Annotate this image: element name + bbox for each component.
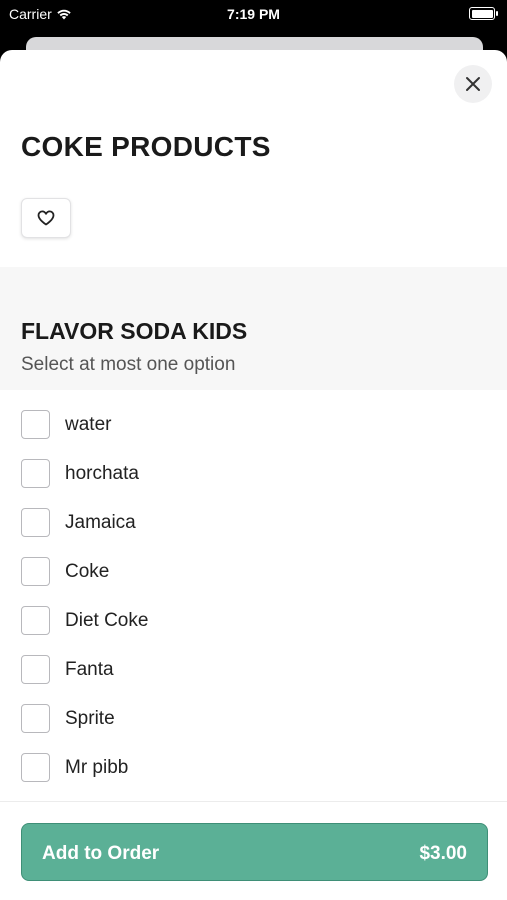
close-button[interactable] (454, 65, 492, 103)
option-label: Diet Coke (65, 609, 149, 631)
option-row-fanta[interactable]: Fanta (0, 645, 507, 694)
option-row-jamaica[interactable]: Jamaica (0, 498, 507, 547)
option-checkbox[interactable] (21, 508, 50, 537)
battery-icon (469, 7, 498, 20)
section-title: FLAVOR SODA KIDS (21, 318, 248, 344)
option-row-diet-coke[interactable]: Diet Coke (0, 596, 507, 645)
option-label: Sprite (65, 707, 115, 729)
option-label: Coke (65, 560, 110, 582)
modifier-section-header: FLAVOR SODA KIDS Select at most one opti… (0, 267, 507, 390)
add-to-order-button[interactable]: Add to Order $3.00 (21, 823, 488, 881)
option-label: Mr pibb (65, 756, 129, 778)
option-label: water (65, 413, 112, 435)
option-row-coke[interactable]: Coke (0, 547, 507, 596)
order-footer: Add to Order $3.00 (0, 801, 507, 900)
option-checkbox[interactable] (21, 606, 50, 635)
close-icon (466, 77, 480, 91)
option-label: Fanta (65, 658, 114, 680)
option-checkbox[interactable] (21, 557, 50, 586)
product-title: COKE PRODUCTS (21, 131, 271, 162)
option-row-water[interactable]: water (0, 400, 507, 449)
heart-icon (37, 210, 55, 226)
section-subtitle: Select at most one option (21, 354, 236, 375)
product-sheet: COKE PRODUCTS FLAVOR SODA KIDS Select at… (0, 50, 507, 900)
option-row-sprite[interactable]: Sprite (0, 694, 507, 743)
add-to-order-label: Add to Order (42, 843, 160, 864)
option-label: Jamaica (65, 511, 136, 533)
option-label: horchata (65, 462, 139, 484)
option-checkbox[interactable] (21, 704, 50, 733)
option-checkbox[interactable] (21, 753, 50, 782)
status-time: 7:19 PM (227, 6, 280, 22)
favorite-button[interactable] (21, 198, 71, 238)
option-checkbox[interactable] (21, 655, 50, 684)
option-row-horchata[interactable]: horchata (0, 449, 507, 498)
option-checkbox[interactable] (21, 459, 50, 488)
option-checkbox[interactable] (21, 410, 50, 439)
option-row-mr-pibb[interactable]: Mr pibb (0, 743, 507, 792)
order-price: $3.00 (419, 843, 467, 864)
status-bar: Carrier 7:19 PM (0, 0, 507, 30)
